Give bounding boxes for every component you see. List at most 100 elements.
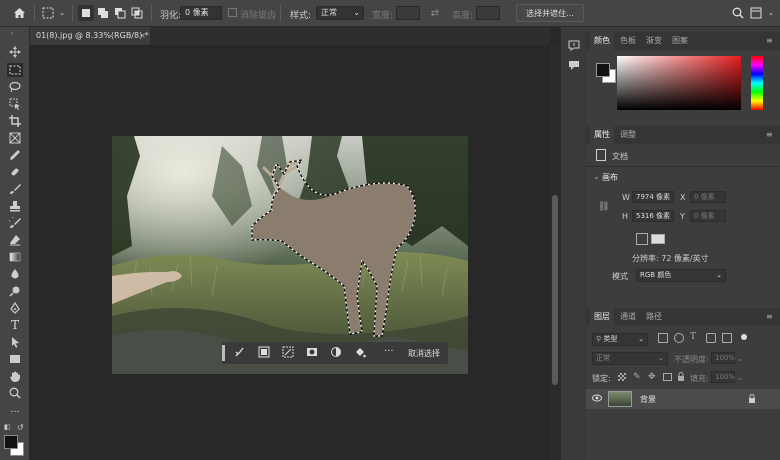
close-icon[interactable]: × <box>139 27 146 45</box>
blend-mode-select[interactable]: 正常 ⌄ <box>592 352 668 365</box>
panel-menu-icon[interactable]: ≡ <box>766 313 774 321</box>
drag-handle[interactable] <box>222 345 225 361</box>
lock-transparent-icon[interactable] <box>618 373 626 381</box>
pen-tool-icon[interactable] <box>7 301 23 315</box>
opacity-input[interactable]: 100% <box>711 352 735 364</box>
select-and-mask-button[interactable]: 选择并遮住... <box>516 4 584 22</box>
tab-channels[interactable]: 通道 <box>616 308 640 326</box>
foreground-color-swatch[interactable] <box>4 435 18 449</box>
invert-selection-icon[interactable] <box>282 346 296 360</box>
brush-tool-icon[interactable] <box>7 182 23 196</box>
canvas-y-input[interactable]: 0 像素 <box>690 210 726 222</box>
eraser-tool-icon[interactable] <box>7 233 23 247</box>
color-panel-foreground-swatch[interactable] <box>596 63 610 77</box>
document-tab[interactable]: 01(8).jpg @ 8.33%(RGB/8) * × <box>30 27 150 45</box>
landscape-orientation-icon[interactable] <box>651 234 665 244</box>
default-colors-icon[interactable]: ◧ <box>4 423 14 433</box>
visibility-eye-icon[interactable] <box>592 394 602 404</box>
comments-icon[interactable] <box>568 59 582 73</box>
crop-tool-icon[interactable] <box>7 114 23 128</box>
frame-tool-icon[interactable] <box>7 131 23 145</box>
intersect-selection-icon[interactable] <box>129 5 145 21</box>
vertical-scrollbar[interactable] <box>550 45 560 460</box>
adjustment-layer-icon[interactable] <box>330 346 344 360</box>
home-icon[interactable] <box>10 5 28 21</box>
move-tool-icon[interactable] <box>7 45 23 59</box>
stamp-tool-icon[interactable] <box>7 199 23 213</box>
gradient-tool-icon[interactable] <box>7 250 23 264</box>
lock-position-icon[interactable]: ✥ <box>648 372 657 382</box>
fill-selection-icon[interactable] <box>354 346 368 360</box>
lock-pixels-icon[interactable]: ✎ <box>633 372 642 382</box>
fill-input[interactable]: 100% <box>711 371 735 383</box>
dodge-tool-icon[interactable] <box>7 284 23 298</box>
zoom-tool-icon[interactable] <box>7 386 23 400</box>
layer-filter-select[interactable]: ⚲ 类型 ⌄ <box>592 333 648 346</box>
canvas-width-input[interactable]: 7974 像素 <box>632 191 674 203</box>
healing-brush-tool-icon[interactable] <box>7 165 23 179</box>
color-field[interactable] <box>617 56 741 110</box>
tab-adjustments[interactable]: 调整 <box>616 126 640 144</box>
filter-shape-icon[interactable] <box>706 333 716 343</box>
antialias-checkbox[interactable] <box>228 8 237 17</box>
search-icon[interactable] <box>730 5 746 21</box>
document-canvas-image[interactable] <box>112 136 468 374</box>
marquee-preset-icon[interactable] <box>40 5 56 21</box>
select-subject-icon[interactable] <box>234 346 248 360</box>
panel-menu-icon[interactable]: ≡ <box>766 131 774 139</box>
chevron-down-icon[interactable]: ⌄ <box>766 6 776 20</box>
eyedropper-tool-icon[interactable] <box>7 148 23 162</box>
tab-patterns[interactable]: 图案 <box>668 32 692 50</box>
object-select-tool-icon[interactable] <box>7 97 23 111</box>
chevron-down-icon[interactable]: ⌄ <box>737 373 744 382</box>
mode-select[interactable]: RGB 颜色 ⌄ <box>636 269 726 282</box>
tab-gradients[interactable]: 渐变 <box>642 32 666 50</box>
marquee-tool-icon[interactable] <box>7 63 23 77</box>
panel-menu-icon[interactable]: ≡ <box>766 37 774 45</box>
style-select[interactable]: 正常 ⌄ <box>316 6 364 20</box>
lock-artboard-icon[interactable] <box>663 373 672 381</box>
type-tool-icon[interactable]: T <box>7 318 23 332</box>
history-brush-tool-icon[interactable] <box>7 216 23 230</box>
tab-swatches[interactable]: 色板 <box>616 32 640 50</box>
new-selection-icon[interactable] <box>78 5 94 21</box>
subtract-selection-icon[interactable] <box>112 5 128 21</box>
hue-slider[interactable] <box>751 56 763 110</box>
canvas-x-input[interactable]: 0 像素 <box>690 191 726 203</box>
filter-pixel-icon[interactable] <box>658 333 668 343</box>
tab-properties[interactable]: 属性 <box>590 126 614 144</box>
height-input[interactable] <box>476 6 500 20</box>
modify-selection-icon[interactable] <box>258 346 272 360</box>
filter-smart-object-icon[interactable] <box>722 333 732 343</box>
tab-paths[interactable]: 路径 <box>642 308 666 326</box>
canvas-height-input[interactable]: 5316 像素 <box>632 210 674 222</box>
swap-dimensions-icon[interactable]: ⇄ <box>428 6 442 20</box>
link-icon[interactable]: ⛓ <box>598 202 609 214</box>
tab-layers[interactable]: 图层 <box>590 308 614 326</box>
collapse-icon[interactable]: » <box>10 30 14 37</box>
chevron-down-icon[interactable]: ⌄ <box>57 6 67 20</box>
more-tools-icon[interactable]: ··· <box>7 405 23 419</box>
filter-adjustment-icon[interactable] <box>674 333 684 343</box>
more-options-icon[interactable]: ··· <box>384 346 398 360</box>
chevron-down-icon[interactable]: ⌄ <box>593 172 600 181</box>
rectangle-tool-icon[interactable] <box>7 352 23 366</box>
scrollbar-thumb[interactable] <box>552 195 558 385</box>
lock-all-icon[interactable] <box>677 372 685 382</box>
chevron-down-icon[interactable]: ⌄ <box>737 354 744 363</box>
workspace-icon[interactable] <box>748 5 764 21</box>
add-selection-icon[interactable] <box>95 5 111 21</box>
path-select-tool-icon[interactable] <box>7 335 23 349</box>
portrait-orientation-icon[interactable] <box>636 233 648 245</box>
width-input[interactable] <box>396 6 420 20</box>
add-mask-icon[interactable] <box>306 346 320 360</box>
deselect-button[interactable]: 取消选择 <box>408 348 440 359</box>
tab-color[interactable]: 颜色 <box>590 32 614 50</box>
filter-type-icon[interactable]: T <box>690 332 700 344</box>
layer-row[interactable]: 背景 <box>586 389 780 409</box>
blur-tool-icon[interactable] <box>7 267 23 281</box>
learn-icon[interactable] <box>568 39 582 53</box>
feather-input[interactable]: 0 像素 <box>180 6 222 20</box>
filter-toggle-icon[interactable] <box>741 334 747 340</box>
swap-colors-icon[interactable]: ↺ <box>17 423 27 433</box>
